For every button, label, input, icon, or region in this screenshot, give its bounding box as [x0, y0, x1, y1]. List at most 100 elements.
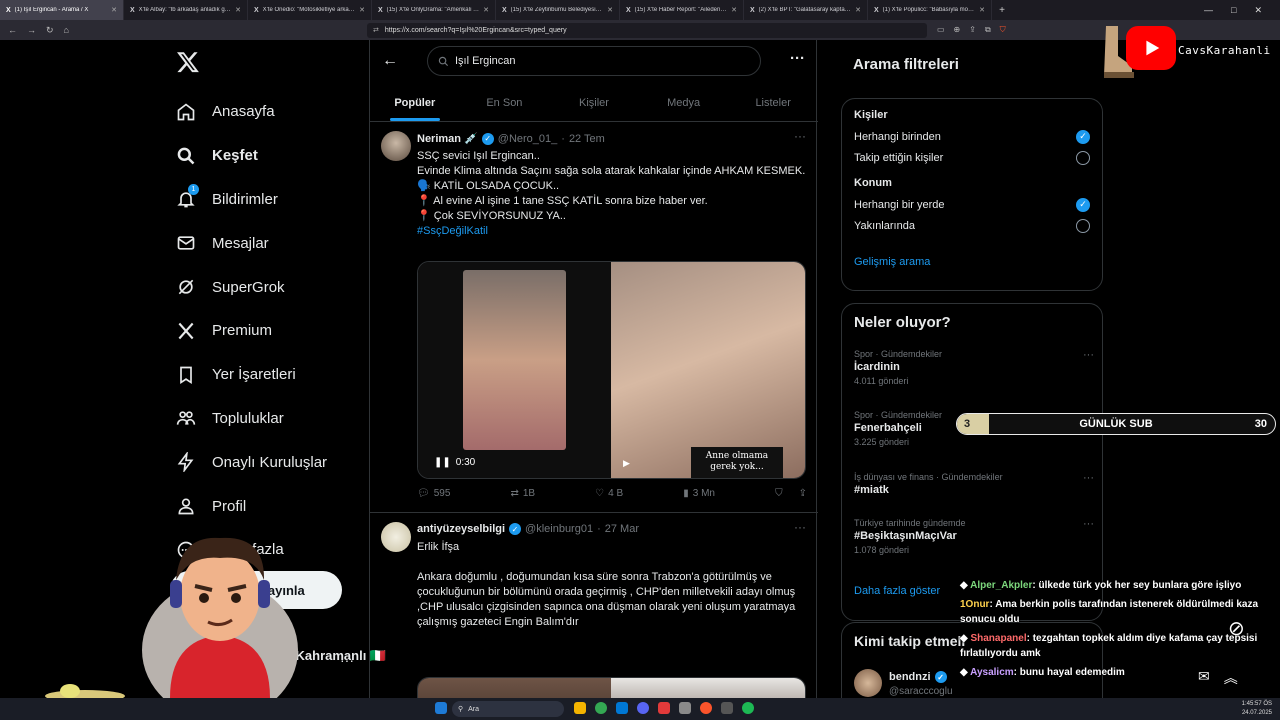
brave-shield-icon[interactable]: ⛉ [1000, 25, 1006, 35]
like-button[interactable]: ♡ 4 B [595, 488, 623, 499]
show-more-link[interactable]: Daha fazla göster [842, 585, 952, 597]
trend-item[interactable]: İş dünyası ve finans · Gündemdekiler #mi… [854, 472, 1094, 496]
tab-media[interactable]: Medya [639, 84, 729, 121]
taskbar-search[interactable]: ⚲ Ara [452, 701, 564, 717]
forward-arrow-icon[interactable]: → [27, 25, 36, 36]
filter-option[interactable]: Herhangi bir yerde ✓ [842, 194, 1102, 215]
radio-icon[interactable] [1076, 150, 1090, 165]
nav-verified-orgs[interactable]: Onaylı Kuruluşlar [176, 440, 327, 484]
address-bar[interactable]: ⇄ https://x.com/search?q=Işıl%20Ergincan… [366, 22, 927, 38]
close-tab-icon[interactable]: ✕ [855, 6, 861, 14]
trend-more-icon[interactable]: ··· [1083, 518, 1094, 530]
tweet-handle[interactable]: @Nero_01_ [498, 133, 557, 145]
nav-bookmarks[interactable]: Yer İşaretleri [176, 353, 327, 397]
back-arrow-icon[interactable]: ← [8, 25, 17, 36]
tweet[interactable]: Neriman 💉 ✓ @Nero_01_ · 22 Tem ··· SSÇ s… [370, 123, 818, 513]
nav-explore[interactable]: Keşfet [176, 134, 327, 178]
check-icon[interactable]: ✓ [1076, 129, 1090, 144]
x-logo-icon[interactable] [176, 50, 200, 74]
close-tab-icon[interactable]: ✕ [111, 6, 117, 14]
trend-more-icon[interactable]: ··· [1083, 349, 1094, 361]
close-tab-icon[interactable]: ✕ [979, 6, 985, 14]
views-button[interactable]: ▮ 3 Mn [683, 488, 715, 499]
nav-home[interactable]: Anasayfa [176, 90, 327, 134]
advanced-search-link[interactable]: Gelişmiş arama [842, 256, 1102, 268]
radio-icon[interactable] [1076, 218, 1090, 233]
windows-start-icon[interactable] [435, 702, 447, 714]
nav-supergrok[interactable]: SuperGrok [176, 265, 327, 309]
play-icon[interactable]: ▶ [623, 458, 630, 469]
tab-people[interactable]: Kişiler [549, 84, 639, 121]
tweet-author-name[interactable]: antiyüzeyselbilgi [417, 523, 505, 535]
app-icon[interactable] [721, 702, 733, 714]
reply-button[interactable]: 💬︎ 595 [417, 488, 450, 499]
close-tab-icon[interactable]: ✕ [235, 6, 241, 14]
browser-tab[interactable]: X (1) Işıl Ergincan - Arama / X ✕ [0, 0, 124, 20]
app-icon[interactable] [679, 702, 691, 714]
filter-option[interactable]: Herhangi birinden ✓ [842, 126, 1102, 147]
tweet-more-icon[interactable]: ··· [794, 129, 806, 143]
copy-icon[interactable]: ⧉ [985, 25, 991, 35]
tweet-author-name[interactable]: Neriman 💉 [417, 132, 478, 145]
site-info-icon[interactable]: ⇄ [373, 26, 379, 34]
filter-option[interactable]: Takip ettiğin kişiler [842, 147, 1102, 168]
pause-icon[interactable]: ❚❚ [434, 457, 451, 468]
home-icon[interactable]: ⌂ [64, 25, 69, 36]
new-tab-button[interactable]: + [992, 5, 1012, 16]
tab-lists[interactable]: Listeler [728, 84, 818, 121]
browser-tab[interactable]: XX'te Albay: "Ib arkadaş anladık gözve..… [124, 0, 248, 20]
tweet-handle[interactable]: @kleinburg01 [525, 523, 593, 535]
avatar[interactable] [854, 669, 882, 697]
reader-icon[interactable]: ▭ [937, 25, 945, 35]
nav-premium[interactable]: Premium [176, 309, 327, 353]
nav-communities[interactable]: Topluluklar [176, 397, 327, 441]
taskbar-clock[interactable]: 1:45:57 ÖS 24.07.2025 [1242, 700, 1272, 718]
store-icon[interactable] [616, 702, 628, 714]
search-options-icon[interactable]: ··· [790, 50, 805, 67]
compose-message-icon[interactable]: ✉ [1198, 668, 1210, 688]
browser-tab[interactable]: X(15) X'te OnlyDrama: "Amerikalı Ayra...… [372, 0, 496, 20]
tweet[interactable]: antiyüzeyselbilgi ✓ @kleinburg01 · 27 Ma… [370, 514, 818, 720]
brave-icon[interactable] [700, 702, 712, 714]
browser-tab[interactable]: X(1) X'te Populicc: "Babasıyla motosik..… [868, 0, 992, 20]
bookmark-button[interactable]: ⛉ ⇪ [775, 488, 807, 499]
hashtag-link[interactable]: #SsçDeğilKatil [417, 224, 807, 239]
follow-suggestion-name[interactable]: bendnzi [889, 671, 931, 683]
close-tab-icon[interactable]: ✕ [483, 6, 489, 14]
browser-tab[interactable]: X(2) X'te BPT: "Galatasaray kaptanı İca.… [744, 0, 868, 20]
tweet-more-icon[interactable]: ··· [794, 520, 806, 534]
reload-icon[interactable]: ↻ [46, 25, 54, 36]
trend-more-icon[interactable]: ··· [1083, 472, 1094, 484]
tab-latest[interactable]: En Son [460, 84, 550, 121]
share-icon[interactable]: ⇪ [969, 25, 976, 35]
zoom-icon[interactable]: ⊕ [954, 25, 961, 35]
repost-button[interactable]: ⇄ 1B [510, 488, 535, 499]
close-tab-icon[interactable]: ✕ [731, 6, 737, 14]
close-window-button[interactable]: ✕ [1254, 0, 1262, 20]
filter-option[interactable]: Yakınlarında [842, 215, 1102, 236]
chrome-icon[interactable] [595, 702, 607, 714]
close-tab-icon[interactable]: ✕ [359, 6, 365, 14]
minimize-button[interactable]: — [1204, 0, 1213, 20]
avatar[interactable] [381, 522, 411, 552]
browser-tab[interactable]: X(15) X'te Zeytinburnu Belediyesi: "Ea..… [496, 0, 620, 20]
close-tab-icon[interactable]: ✕ [607, 6, 613, 14]
expand-up-icon[interactable]: ︽ [1224, 668, 1238, 688]
browser-tab[interactable]: X(15) X'te Haber Report: "Aileden hab...… [620, 0, 744, 20]
share-icon[interactable]: ⇪ [799, 488, 807, 499]
trend-item[interactable]: Türkiye tarihinde gündemde #BeşiktaşınMa… [854, 518, 1094, 555]
trend-item[interactable]: Spor · Gündemdekiler İcardinin 4.011 gön… [854, 349, 1094, 386]
nav-messages[interactable]: Mesajlar [176, 221, 327, 265]
file-explorer-icon[interactable] [574, 702, 586, 714]
discord-icon[interactable] [637, 702, 649, 714]
tweet-date[interactable]: 22 Tem [569, 133, 605, 145]
account-more-icon[interactable]: ··· [340, 652, 354, 668]
grok-icon[interactable]: ⊘ [1228, 616, 1245, 641]
nav-notifications[interactable]: 1 Bildirimler [176, 178, 327, 222]
search-input[interactable]: Işıl Ergincan [427, 46, 761, 76]
back-arrow-icon[interactable]: ← [382, 52, 398, 70]
tweet-video[interactable]: ❚❚ 0:30 Anne olmama gerek yok... ▶ [417, 261, 806, 479]
spotify-icon[interactable] [742, 702, 754, 714]
check-icon[interactable]: ✓ [1076, 197, 1090, 212]
tab-popular[interactable]: Popüler [370, 84, 460, 121]
